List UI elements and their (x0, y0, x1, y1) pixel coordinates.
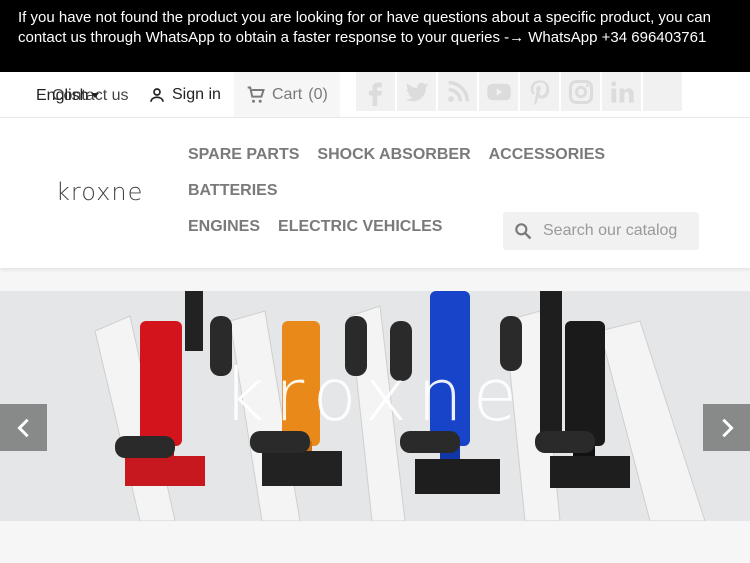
signin-link[interactable]: Sign in (148, 86, 221, 104)
rss-icon[interactable] (438, 72, 477, 111)
slider-prev-button[interactable] (0, 404, 47, 451)
menu-item-spare-parts[interactable]: SPARE PARTS (188, 146, 299, 164)
search-box (503, 212, 699, 250)
facebook-icon[interactable] (356, 72, 395, 111)
search-icon[interactable] (513, 221, 533, 241)
language-selector[interactable]: English (36, 87, 100, 105)
site-logo[interactable]: kroxne (56, 178, 143, 206)
menu-item-engines[interactable]: ENGINES (188, 218, 260, 236)
youtube-icon[interactable] (479, 72, 518, 111)
site-header: kroxne SPARE PARTS SHOCK ABSORBER ACCESSOR… (0, 118, 750, 268)
slider-title: kroxne (222, 353, 528, 437)
search-input[interactable] (543, 222, 693, 240)
slider-next-button[interactable] (703, 404, 750, 451)
banner-line-1: If you have not found the product you ar… (18, 9, 711, 26)
menu-item-shock-absorber[interactable]: SHOCK ABSORBER (317, 146, 470, 164)
instagram-icon[interactable] (561, 72, 600, 111)
user-icon (150, 88, 164, 102)
info-banner: If you have not found the product you ar… (0, 0, 750, 72)
signin-label: Sign in (172, 86, 221, 103)
menu-item-accessories[interactable]: ACCESSORIES (489, 146, 605, 164)
linkedin-icon[interactable] (602, 72, 641, 111)
cart-icon (247, 86, 265, 103)
chevron-left-icon (16, 418, 29, 437)
banner-line-2: contact us through WhatsApp to obtain a … (18, 29, 707, 46)
pinterest-icon[interactable] (520, 72, 559, 111)
chevron-right-icon (721, 418, 734, 437)
cart-button[interactable]: Cart (0) (234, 72, 340, 117)
caret-down-icon (91, 93, 100, 98)
social-links (356, 72, 682, 111)
cart-count: (0) (308, 85, 328, 103)
top-nav: Contact us English Sign in Cart (0) (0, 72, 750, 118)
menu-item-electric-vehicles[interactable]: ELECTRIC VEHICLES (278, 218, 442, 236)
social-blank (643, 72, 682, 111)
language-label: English (36, 87, 89, 104)
cart-label: Cart (272, 85, 303, 103)
hero-slider: kroxne (0, 291, 750, 521)
page-below-slider (0, 521, 750, 563)
menu-item-batteries[interactable]: BATTERIES (188, 182, 277, 200)
twitter-icon[interactable] (397, 72, 436, 111)
